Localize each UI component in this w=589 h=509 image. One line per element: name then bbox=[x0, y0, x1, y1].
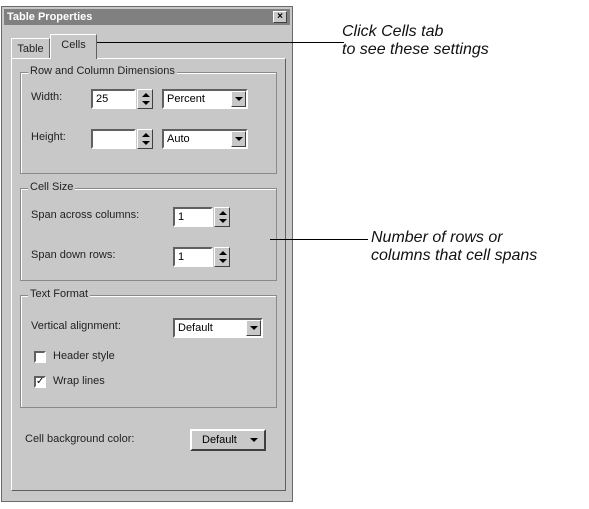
width-label: Width: bbox=[31, 91, 63, 103]
callout-span-line2: columns that cell spans bbox=[371, 247, 538, 264]
wrap-lines-label: Wrap lines bbox=[53, 375, 105, 387]
width-spinner-icon[interactable] bbox=[137, 89, 153, 109]
chevron-down-icon[interactable] bbox=[246, 320, 261, 336]
chevron-down-icon[interactable] bbox=[231, 131, 246, 147]
checkmark-icon: ✓ bbox=[36, 376, 45, 387]
width-unit-value: Percent bbox=[167, 93, 205, 105]
callout-cells-tab: Click Cells tab to see these settings bbox=[342, 23, 489, 59]
wrap-lines-checkbox[interactable]: ✓ bbox=[34, 376, 46, 388]
close-button[interactable]: × bbox=[273, 11, 287, 23]
height-spinner-icon[interactable] bbox=[137, 129, 153, 149]
height-unit-select[interactable]: Auto bbox=[162, 129, 248, 149]
callout-span-line1: Number of rows or bbox=[371, 229, 503, 246]
group-title-cell-size: Cell Size bbox=[28, 181, 76, 193]
height-label: Height: bbox=[31, 131, 66, 143]
table-properties-dialog: Table Properties × Table Cells Row and C… bbox=[1, 6, 293, 502]
dialog-title: Table Properties bbox=[7, 11, 93, 23]
header-style-checkbox[interactable] bbox=[34, 351, 46, 363]
width-unit-select[interactable]: Percent bbox=[162, 89, 248, 109]
row-column-dimensions-group: Row and Column Dimensions Width: 25 Perc… bbox=[20, 65, 277, 174]
vertical-alignment-value: Default bbox=[178, 322, 213, 334]
height-unit-value: Auto bbox=[167, 133, 190, 145]
callout-cells-tab-line1: Click Cells tab bbox=[342, 23, 444, 40]
callout-line-span bbox=[270, 239, 368, 240]
callout-span: Number of rows or columns that cell span… bbox=[371, 229, 537, 265]
vertical-alignment-select[interactable]: Default bbox=[173, 318, 263, 338]
group-title-row-column: Row and Column Dimensions bbox=[28, 65, 177, 77]
cell-background-color-value: Default bbox=[202, 434, 237, 446]
dialog-title-bar: Table Properties × bbox=[4, 9, 290, 25]
callout-cells-tab-line2: to see these settings bbox=[342, 41, 489, 58]
chevron-down-icon bbox=[250, 438, 258, 442]
cell-background-color-label: Cell background color: bbox=[25, 433, 135, 445]
span-rows-input[interactable]: 1 bbox=[173, 247, 213, 267]
cells-tab-panel: Row and Column Dimensions Width: 25 Perc… bbox=[11, 58, 286, 491]
chevron-down-icon[interactable] bbox=[231, 91, 246, 107]
span-columns-spinner-icon[interactable] bbox=[214, 207, 230, 227]
group-title-text-format: Text Format bbox=[28, 288, 91, 300]
tab-table[interactable]: Table bbox=[11, 38, 50, 58]
header-style-label: Header style bbox=[53, 350, 115, 362]
span-columns-input[interactable]: 1 bbox=[173, 207, 213, 227]
cell-background-color-button[interactable]: Default bbox=[190, 429, 266, 451]
close-icon: × bbox=[277, 11, 283, 22]
vertical-alignment-label: Vertical alignment: bbox=[31, 320, 121, 332]
text-format-group: Text Format Vertical alignment: Default … bbox=[20, 288, 277, 408]
span-columns-label: Span across columns: bbox=[31, 209, 140, 221]
span-rows-spinner-icon[interactable] bbox=[214, 247, 230, 267]
width-input[interactable]: 25 bbox=[91, 89, 136, 109]
height-input[interactable] bbox=[91, 129, 136, 149]
cell-size-group: Cell Size Span across columns: 1 Span do… bbox=[20, 181, 277, 281]
tab-cells[interactable]: Cells bbox=[50, 34, 97, 59]
span-rows-label: Span down rows: bbox=[31, 249, 116, 261]
callout-line-cells-tab bbox=[96, 42, 344, 43]
